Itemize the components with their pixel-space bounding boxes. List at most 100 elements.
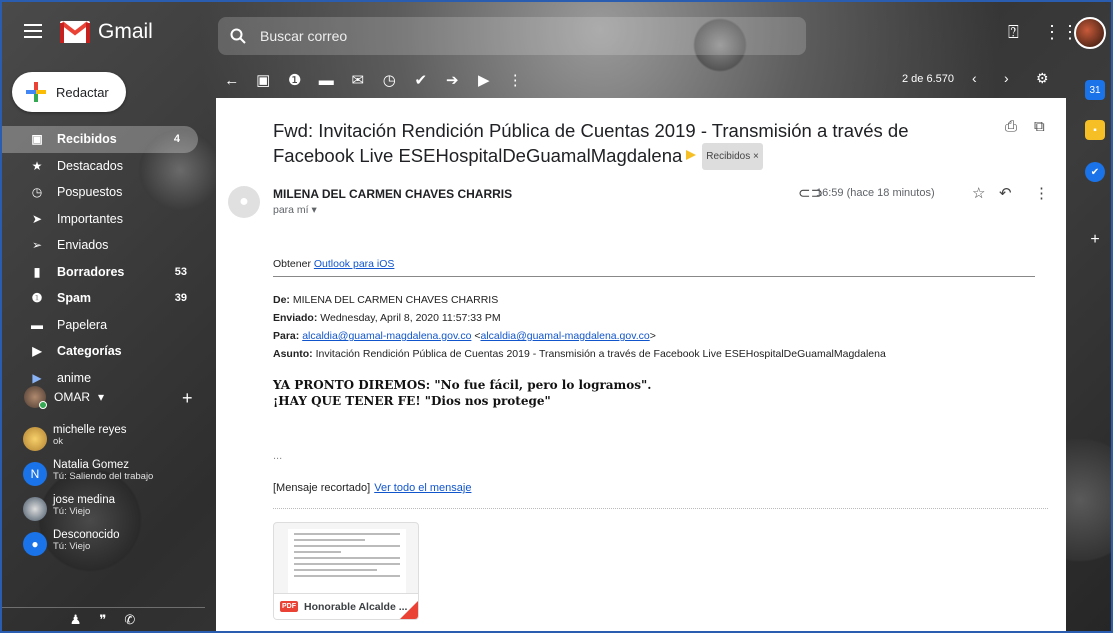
star-icon[interactable]: ☆ [972,184,985,202]
view-all-link[interactable]: Ver todo el mensaje [374,482,471,494]
outlook-link[interactable]: Outlook para iOS [314,258,395,270]
body-text: YA PRONTO DIREMOS: "No fue fácil, pero l… [273,378,652,392]
back-arrow-icon[interactable]: ← [216,72,248,89]
print-icon[interactable]: ⎙ [1005,118,1017,135]
chat-contact[interactable]: N Natalia Gomez Tú: Saliendo del trabajo [23,459,153,486]
email-link[interactable]: alcaldia@guamal-magdalena.gov.co [480,330,649,342]
tasks-icon[interactable]: ✔ [1085,162,1105,182]
chevron-right-icon[interactable]: › [1004,70,1009,86]
sender-name[interactable]: MILENA DEL CARMEN CHAVES CHARRIS [273,187,512,201]
sidebar-item-sent[interactable]: ➢ Enviados [0,232,205,259]
chevron-left-icon[interactable]: ‹ [972,70,977,86]
divider [273,276,1035,277]
contact-status: ok [53,436,64,447]
subject-text: Fwd: Invitación Rendición Pública de Cue… [273,120,909,166]
unread-count: 4 [173,133,180,146]
label-icon[interactable]: ▶ [468,71,500,89]
contact-name: Desconocido [53,529,120,541]
sidebar-item-spam[interactable]: ❶ Spam 39 [0,285,205,312]
main-menu-icon[interactable] [24,24,42,38]
spam-icon: ❶ [31,291,43,306]
add-task-icon[interactable]: ✔ [405,71,437,89]
draft-icon: ▮ [33,264,41,279]
spam-count: 39 [174,292,187,305]
move-to-icon[interactable]: ➔ [437,71,469,89]
sidebar-item-starred[interactable]: ★ Destacados [0,153,205,180]
attachment-card[interactable]: PDF Honorable Alcalde ... [273,522,419,620]
hangouts-icon[interactable]: ❞ [99,612,106,631]
app-name: Gmail [98,20,153,43]
contact-status: Tú: Viejo [53,541,91,552]
mark-unread-icon[interactable]: ✉ [342,71,374,89]
important-icon: ➤ [31,211,43,226]
more-options-icon[interactable]: ⋮ [1034,184,1049,202]
avatar [23,427,47,451]
sidebar-item-label: Pospuestos [57,185,123,200]
sidebar-item-label: Recibidos [57,132,117,147]
sidebar-item-label: Destacados [57,158,124,173]
sidebar-item-inbox[interactable]: ▣ Recibidos 4 [0,126,198,153]
outlook-promo: Obtener Outlook para iOS [273,258,395,270]
trimmed-content-toggle[interactable]: ... [273,450,282,462]
pdf-corner-icon [400,601,418,619]
chat-contact[interactable]: ● Desconocido Tú: Viejo [23,529,119,556]
sidebar-item-label: Importantes [57,211,124,226]
open-new-window-icon[interactable]: ⧉ [1034,118,1045,135]
add-chat-icon[interactable]: + [182,388,193,409]
from-line: De: MILENA DEL CARMEN CHAVES CHARRIS [273,294,499,306]
email-link[interactable]: alcaldia@guamal-magdalena.gov.co [302,330,471,342]
search-input[interactable] [260,28,760,44]
search-bar[interactable] [218,17,806,55]
label-icon: ▶ [32,344,42,359]
pdf-icon: PDF [280,601,298,612]
help-icon[interactable]: ⍰ [1008,22,1019,43]
contact-status: Tú: Viejo [53,506,91,517]
avatar: N [23,462,47,486]
sidebar-item-label: Borradores [57,264,125,279]
sidebar-item-snoozed[interactable]: ◷ Pospuestos [0,179,205,206]
chevron-down-icon: ▾ [98,390,105,404]
contact-name: Natalia Gomez [53,459,130,471]
delete-icon[interactable]: ▬ [311,72,343,89]
clipped-notice: [Mensaje recortado] Ver todo el mensaje [273,482,472,494]
sidebar-item-label: Papelera [57,317,108,332]
label-icon: ▶ [32,370,42,385]
sidebar-item-trash[interactable]: ▬ Papelera [0,312,205,339]
reading-pane: Fwd: Invitación Rendición Pública de Cue… [216,98,1066,633]
sidebar-item-categories[interactable]: ▶ Categorías [0,338,205,365]
search-icon[interactable] [230,28,246,44]
reply-icon[interactable]: ↶ [999,184,1012,202]
phone-icon[interactable]: ✆ [124,612,135,631]
gmail-logo[interactable]: Gmail [60,20,153,44]
keep-icon[interactable]: ▪ [1085,120,1105,140]
important-marker-icon[interactable] [686,150,697,160]
account-avatar[interactable] [1074,17,1106,49]
body-text: ¡HAY QUE TENER FE! "Dios nos protege" [273,394,551,408]
message-body: Obtener Outlook para iOS De: MILENA DEL … [273,258,1035,409]
compose-button[interactable]: Redactar [12,72,126,112]
report-spam-icon[interactable]: ❶ [279,71,311,89]
add-addon-icon[interactable]: + [1085,230,1105,250]
avatar: ● [23,532,47,556]
label-chip[interactable]: Recibidos × [702,143,763,170]
settings-gear-icon[interactable]: ⚙ [1036,70,1049,87]
archive-icon[interactable]: ▣ [248,71,280,89]
person-icon[interactable]: ♟ [70,612,82,631]
recipient-dropdown[interactable]: para mí ▾ [273,204,317,216]
side-panel-rail: 31 ▪ ✔ + [1079,62,1111,633]
snooze-icon[interactable]: ◷ [374,71,406,89]
more-icon[interactable]: ⋮ [500,71,532,89]
chat-self[interactable]: OMAR ▾ [24,386,105,409]
gmail-m-icon [60,21,90,43]
calendar-icon[interactable]: 31 [1085,80,1105,100]
chat-contact[interactable]: michelle reyes ok [23,424,127,451]
drafts-count: 53 [174,265,187,278]
chat-contact[interactable]: jose medina Tú: Viejo [23,494,115,521]
trash-icon: ▬ [31,317,43,332]
sidebar-item-important[interactable]: ➤ Importantes [0,206,205,233]
online-dot [39,401,47,409]
subject-line: Asunto: Invitación Rendición Pública de … [273,348,886,360]
attachment-divider [273,508,1048,509]
sidebar-item-drafts[interactable]: ▮ Borradores 53 [0,259,205,286]
timestamp: 16:59 (hace 18 minutos) [816,187,935,199]
